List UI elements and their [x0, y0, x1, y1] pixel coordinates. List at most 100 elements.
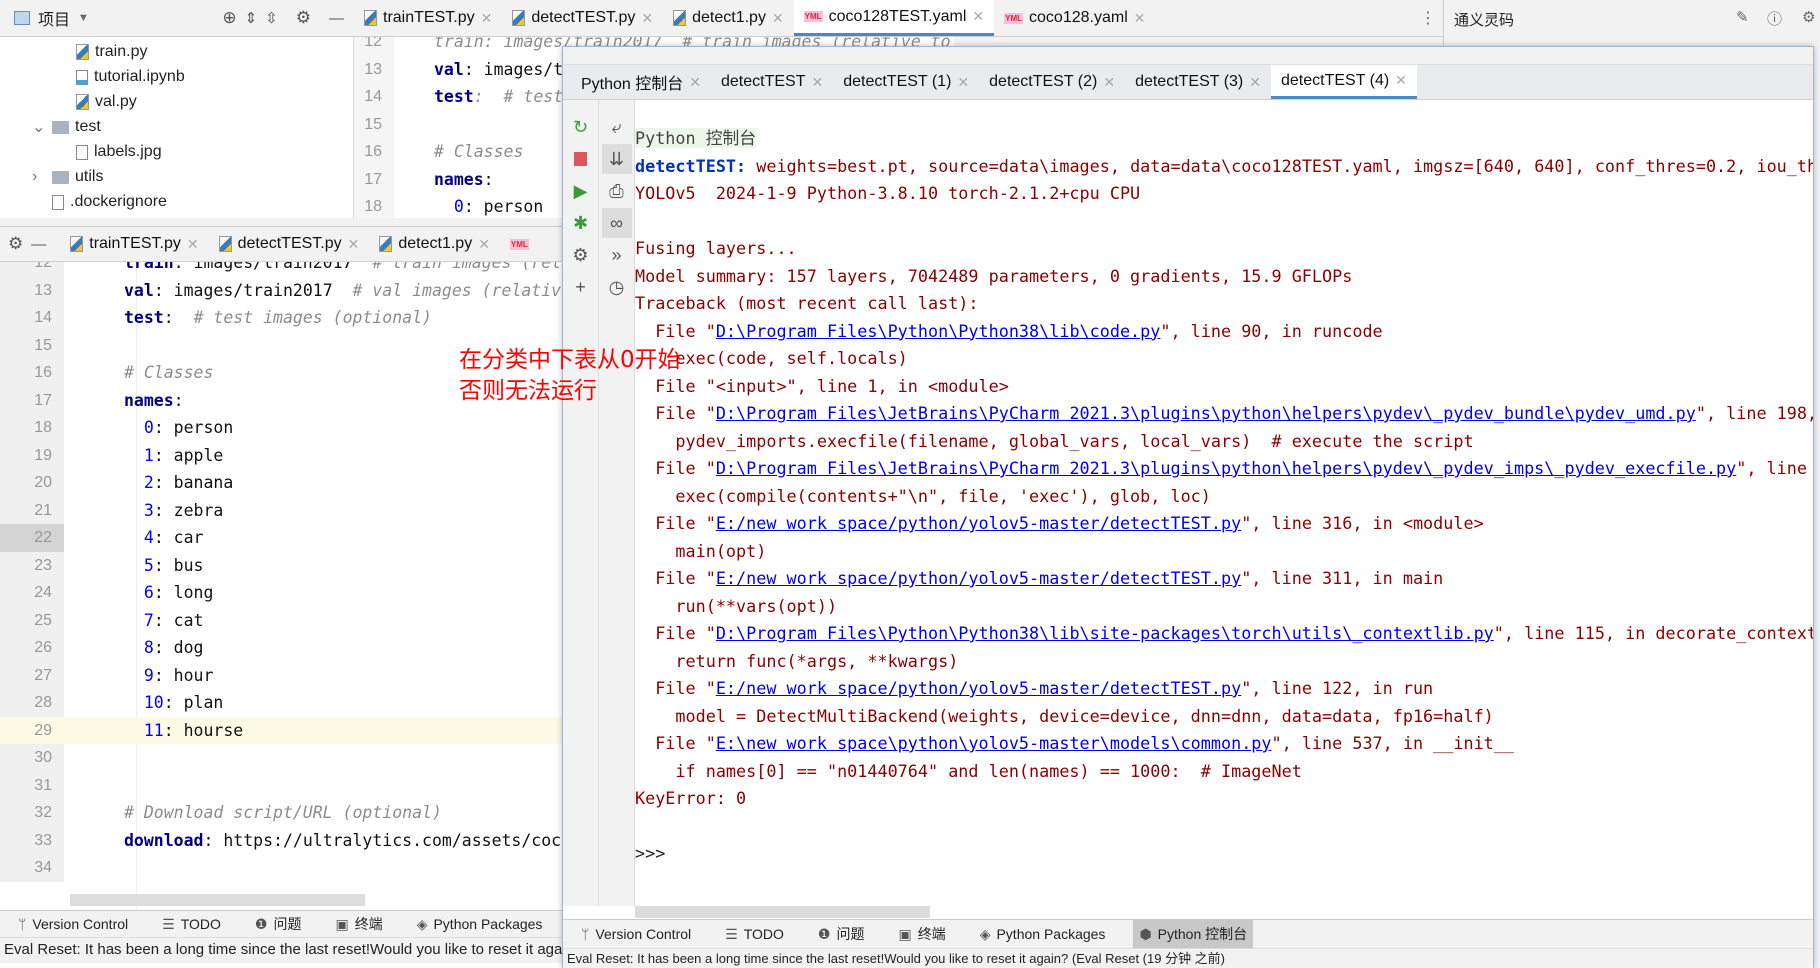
execute-icon[interactable]: »	[602, 240, 632, 270]
code-line[interactable]: download: https://ultralytics.com/assets…	[64, 827, 562, 855]
code-line[interactable]: 1: apple	[64, 442, 562, 470]
chevron-down-icon[interactable]: ▼	[78, 12, 89, 24]
code-line[interactable]: 9: hour	[64, 662, 562, 690]
project-panel-title[interactable]: 项目	[38, 6, 70, 30]
minimize-icon[interactable]: —	[329, 10, 344, 27]
code-line[interactable]	[64, 854, 562, 882]
code-line[interactable]: 8: dog	[64, 634, 562, 662]
tab-detecttest-py[interactable]: detectTEST.py ✕	[209, 227, 370, 261]
close-icon[interactable]: ✕	[481, 10, 493, 27]
code-line[interactable]: 11: hourse	[64, 716, 562, 744]
close-icon[interactable]: ✕	[1103, 74, 1115, 91]
show-variables-icon[interactable]: ∞	[601, 208, 632, 238]
console-status-text[interactable]: Eval Reset: It has been a long time sinc…	[563, 951, 1225, 966]
code-line[interactable]	[64, 772, 562, 800]
code-line[interactable]: train: images/train2017 # train images (…	[64, 262, 562, 277]
top-editor-more-icon[interactable]: ⋮	[1420, 8, 1436, 28]
toolbar-item--[interactable]: ❶ 问题	[812, 920, 871, 948]
close-icon[interactable]: ✕	[641, 10, 653, 27]
tab-detect1-py[interactable]: detect1.py ✕	[369, 227, 500, 261]
code-line[interactable]: 7: cat	[64, 607, 562, 635]
toolbar-item--[interactable]: ▣ 终端	[329, 911, 388, 937]
close-icon[interactable]: ✕	[1395, 72, 1407, 89]
tab-coco128test-yaml[interactable]: YML coco128TEST.yaml ✕	[793, 0, 995, 36]
stop-icon[interactable]	[566, 144, 596, 174]
tree-item[interactable]: labels.jpg	[76, 143, 162, 161]
edit-icon[interactable]: ✎	[1736, 8, 1749, 26]
close-icon[interactable]: ✕	[972, 8, 984, 25]
file-link[interactable]: D:\Program Files\JetBrains\PyCharm 2021.…	[716, 403, 1696, 423]
gear-icon[interactable]: ⚙	[1802, 8, 1815, 26]
gear-icon[interactable]: ⚙	[296, 8, 311, 28]
tree-item[interactable]: val.py	[76, 93, 137, 111]
close-icon[interactable]: ✕	[689, 74, 701, 91]
toolbar-item-version-control[interactable]: ᛘ Version Control	[575, 920, 697, 948]
toolbar-item--[interactable]: ▣ 终端	[892, 920, 951, 948]
collapse-all-icon[interactable]: ⇳	[265, 9, 278, 27]
toolbar-item-python-packages[interactable]: ◈ Python Packages	[974, 920, 1112, 948]
left-status-text[interactable]: Eval Reset: It has been a long time sinc…	[0, 941, 562, 958]
close-icon[interactable]: ✕	[348, 236, 360, 253]
close-icon[interactable]: ✕	[1134, 10, 1146, 27]
file-link[interactable]: D:\Program Files\Python\Python38\lib\sit…	[716, 623, 1494, 643]
tree-item[interactable]: › utils	[32, 168, 103, 186]
close-icon[interactable]: ✕	[957, 74, 969, 91]
code-line[interactable]	[64, 744, 562, 772]
tab-detecttest-3-[interactable]: detectTEST (3) ✕	[1125, 65, 1271, 99]
expand-all-icon[interactable]: ⇕	[245, 9, 258, 27]
tab-traintest-py[interactable]: trainTEST.py ✕	[60, 227, 208, 261]
file-link[interactable]: D:\Program Files\Python\Python38\lib\cod…	[716, 321, 1161, 341]
tree-item[interactable]: .dockerignore	[52, 193, 167, 211]
console-scrollbar[interactable]	[635, 906, 930, 918]
toolbar-item-todo[interactable]: ☰ TODO	[719, 920, 790, 948]
file-link[interactable]: E:/new work space/python/yolov5-master/d…	[716, 513, 1241, 533]
toolbar-item-python-packages[interactable]: ◈ Python Packages	[411, 911, 549, 937]
close-icon[interactable]: ✕	[478, 236, 490, 253]
tab-python-[interactable]: Python 控制台 ✕	[571, 65, 711, 99]
code-line[interactable]: val: images/train2017 # val images (rela…	[64, 277, 562, 305]
rerun-icon[interactable]: ↻	[566, 112, 596, 142]
close-icon[interactable]: ✕	[772, 10, 784, 27]
close-icon[interactable]: ✕	[187, 236, 199, 253]
file-link[interactable]: E:\new work space\python\yolov5-master\m…	[716, 733, 1272, 753]
code-line[interactable]: 10: plan	[64, 689, 562, 717]
close-icon[interactable]: ✕	[811, 74, 823, 91]
tree-item[interactable]: train.py	[76, 43, 147, 61]
tree-item[interactable]: tutorial.ipynb	[76, 68, 185, 86]
tab-detecttest-py[interactable]: detectTEST.py ✕	[502, 0, 663, 36]
code-line[interactable]: 4: car	[64, 524, 562, 552]
tab-detect1-py[interactable]: detect1.py ✕	[663, 0, 794, 36]
help-icon[interactable]: ⓘ	[1767, 8, 1782, 29]
settings-icon[interactable]: ⚙	[566, 240, 596, 270]
file-link[interactable]: D:\Program Files\JetBrains\PyCharm 2021.…	[716, 458, 1736, 478]
console-output[interactable]: Python 控制台 detectTEST: weights=best.pt, s…	[635, 125, 1813, 905]
toolbar-item-todo[interactable]: ☰ TODO	[156, 911, 227, 937]
history-icon[interactable]: ◷	[602, 272, 632, 302]
horizontal-scrollbar[interactable]	[70, 894, 365, 906]
chevron-down-icon[interactable]: ⌄	[32, 117, 46, 137]
gear-icon[interactable]: ⚙	[0, 234, 31, 254]
tab-yaml[interactable]: YML	[500, 227, 539, 261]
print-icon[interactable]: ⎙	[602, 176, 632, 206]
code-line[interactable]: 5: bus	[64, 552, 562, 580]
file-link[interactable]: E:/new work space/python/yolov5-master/d…	[716, 568, 1241, 588]
code-line[interactable]: 6: long	[64, 579, 562, 607]
toolbar-item-version-control[interactable]: ᛘ Version Control	[12, 911, 134, 937]
debug-icon[interactable]: ✱	[566, 208, 596, 238]
run-icon[interactable]: ▶	[566, 176, 596, 206]
code-line[interactable]: 3: zebra	[64, 497, 562, 525]
locate-icon[interactable]: ⊕	[222, 8, 236, 28]
toolbar-item-python-[interactable]: ⬢ Python 控制台	[1133, 920, 1254, 948]
tab-detecttest[interactable]: detectTEST ✕	[711, 65, 833, 99]
tab-detecttest-4-[interactable]: detectTEST (4) ✕	[1270, 65, 1417, 99]
tab-coco128-yaml[interactable]: YML coco128.yaml ✕	[994, 0, 1155, 36]
close-icon[interactable]: ✕	[1249, 74, 1261, 91]
code-line[interactable]: test: # test images (optional)	[64, 304, 562, 332]
soft-wrap-icon[interactable]: ⤶	[602, 112, 632, 142]
minimize-icon[interactable]: —	[31, 236, 60, 253]
tab-detecttest-2-[interactable]: detectTEST (2) ✕	[979, 65, 1125, 99]
tab-traintest-py[interactable]: trainTEST.py ✕	[354, 0, 502, 36]
code-line[interactable]: 0: person	[64, 414, 562, 442]
tree-item[interactable]: ⌄ test	[32, 117, 101, 137]
add-icon[interactable]: +	[566, 272, 596, 302]
